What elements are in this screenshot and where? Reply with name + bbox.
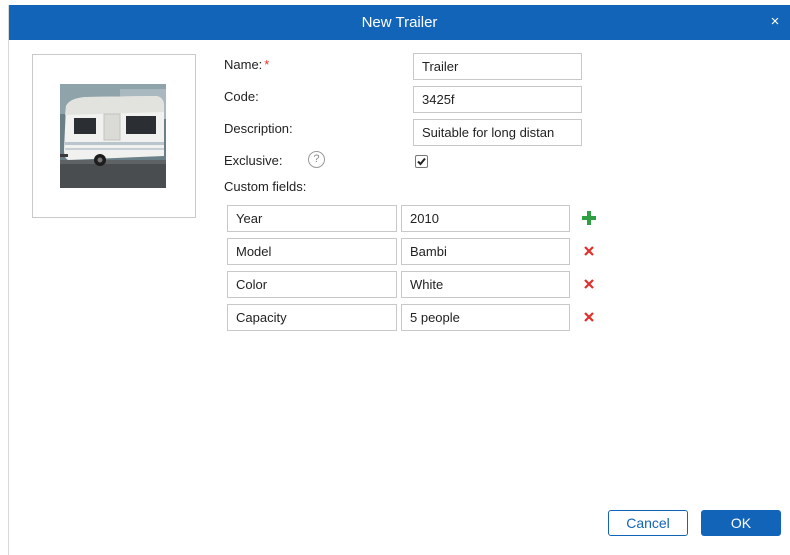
ok-button[interactable]: OK xyxy=(701,510,781,536)
name-label-text: Name: xyxy=(224,57,263,72)
remove-icon[interactable] xyxy=(583,245,595,257)
code-field[interactable]: 3425f xyxy=(413,86,582,113)
custom-field-key[interactable]: Year xyxy=(227,205,397,232)
required-marker: * xyxy=(264,57,270,72)
custom-field-key[interactable]: Model xyxy=(227,238,397,265)
custom-field-value[interactable]: Bambi xyxy=(401,238,570,265)
code-label: Code: xyxy=(224,89,259,104)
exclusive-checkbox[interactable] xyxy=(415,155,428,168)
custom-field-value[interactable]: White xyxy=(401,271,570,298)
description-field[interactable]: Suitable for long distan xyxy=(413,119,582,146)
dialog-titlebar: New Trailer × xyxy=(9,5,790,40)
custom-field-key[interactable]: Color xyxy=(227,271,397,298)
custom-field-value[interactable]: 5 people xyxy=(401,304,570,331)
add-icon[interactable] xyxy=(582,211,596,225)
description-label: Description: xyxy=(224,121,293,136)
help-icon[interactable]: ? xyxy=(308,151,325,168)
exclusive-label: Exclusive: xyxy=(224,153,283,168)
custom-fields-label: Custom fields: xyxy=(224,179,307,194)
checkmark-icon xyxy=(417,157,426,166)
close-icon[interactable]: × xyxy=(768,14,782,29)
caravan-image xyxy=(60,84,166,188)
new-trailer-dialog: New Trailer × Name: * Trailer Code: 3425… xyxy=(8,5,790,555)
custom-field-key[interactable]: Capacity xyxy=(227,304,397,331)
trailer-photo-frame[interactable] xyxy=(32,54,196,218)
custom-field-value[interactable]: 2010 xyxy=(401,205,570,232)
name-field[interactable]: Trailer xyxy=(413,53,582,80)
remove-icon[interactable] xyxy=(583,311,595,323)
dialog-title: New Trailer xyxy=(361,14,438,31)
cancel-button[interactable]: Cancel xyxy=(608,510,688,536)
remove-icon[interactable] xyxy=(583,278,595,290)
trailer-photo xyxy=(60,84,166,188)
name-label: Name: * xyxy=(224,57,269,72)
